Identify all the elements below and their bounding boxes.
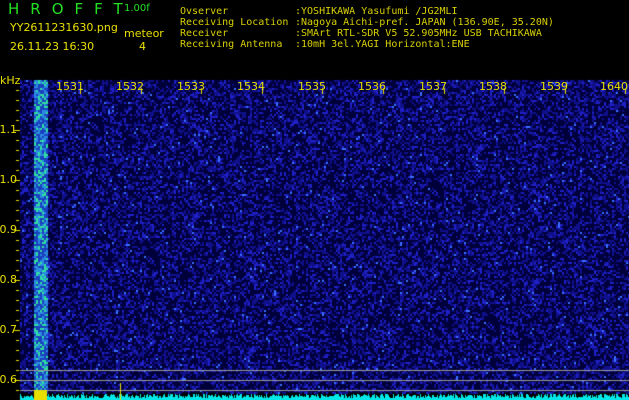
meteor-count: 4 xyxy=(139,40,146,53)
app-title: HROFFT xyxy=(8,0,134,18)
x-tick-label: 1533 xyxy=(177,80,205,93)
info-observer: Ovserver:YOSHIKAWA Yasufumi /JG2MLI xyxy=(180,6,458,17)
x-tick-label: 1539 xyxy=(540,80,568,93)
x-tick-label: 1532 xyxy=(116,80,144,93)
station-info: Ovserver:YOSHIKAWA Yasufumi /JG2MLI Rece… xyxy=(180,6,554,50)
version: 1.00f xyxy=(124,3,150,14)
x-tick-label: 1536 xyxy=(358,80,386,93)
timestamp: 26.11.23 16:30 xyxy=(10,40,95,53)
y-tick-label: 0.9 xyxy=(0,223,17,236)
filename: YY2611231630.png xyxy=(10,21,118,34)
y-tick-label: 0.7 xyxy=(0,323,17,336)
x-tick-label: 1534 xyxy=(237,80,265,93)
y-axis-unit: kHz xyxy=(0,74,21,87)
x-tick-label: 1538 xyxy=(479,80,507,93)
spectrogram xyxy=(0,0,629,400)
info-antenna: Receiving Antenna:10mH 3el.YAGI Horizont… xyxy=(180,39,470,50)
y-tick-label: 0.6 xyxy=(0,373,17,386)
info-receiver: Receiver:SMArt RTL-SDR V5 52.905MHz USB … xyxy=(180,28,542,39)
hrofft-window: HROFFT 1.00f YY2611231630.png meteor 26.… xyxy=(0,0,629,400)
x-tick-label: 1640 xyxy=(600,80,628,93)
x-tick-label: 1537 xyxy=(419,80,447,93)
x-tick-label: 1535 xyxy=(298,80,326,93)
x-tick-label: 1531 xyxy=(56,80,84,93)
info-location: Receiving Location:Nagoya Aichi-pref. JA… xyxy=(180,17,554,28)
y-tick-label: 1.0 xyxy=(0,173,17,186)
y-tick-label: 1.1 xyxy=(0,123,17,136)
meteor-label: meteor xyxy=(124,27,164,40)
y-tick-label: 0.8 xyxy=(0,273,17,286)
